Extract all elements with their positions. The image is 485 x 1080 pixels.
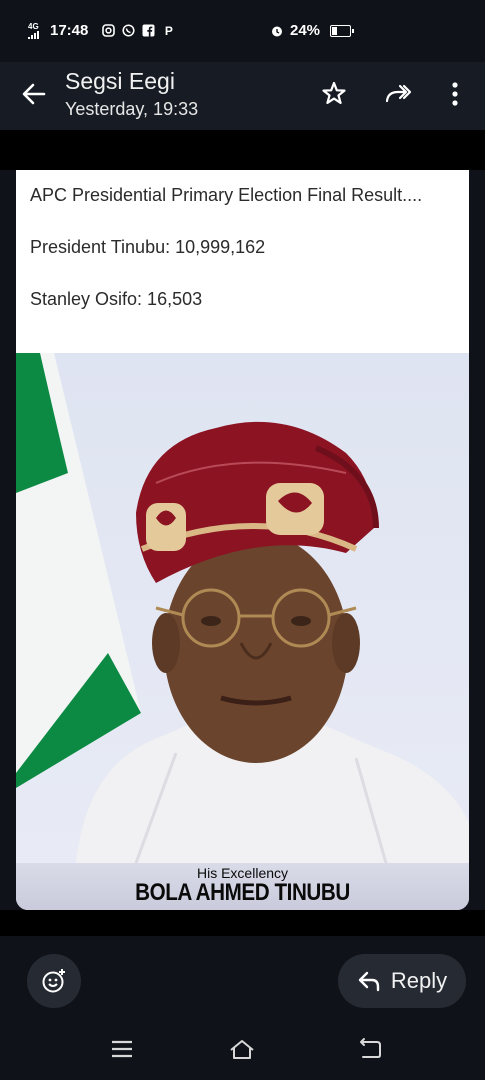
star-icon[interactable] bbox=[320, 80, 348, 108]
image-caption: His Excellency BOLA AHMED TINUBU bbox=[16, 863, 469, 910]
instagram-icon bbox=[102, 24, 116, 37]
emoji-reaction-button[interactable] bbox=[27, 954, 81, 1008]
p-icon: P bbox=[164, 23, 173, 38]
back-nav-icon[interactable] bbox=[357, 1036, 383, 1062]
message-line-osifo: Stanley Osifo: 16,503 bbox=[30, 289, 203, 309]
reply-button[interactable]: Reply bbox=[338, 954, 466, 1008]
forward-icon[interactable] bbox=[384, 80, 412, 108]
add-reaction-icon bbox=[42, 969, 65, 993]
recent-apps-icon[interactable] bbox=[109, 1036, 135, 1062]
sender-name: Segsi Eegi bbox=[65, 68, 175, 94]
battery-percent: 24% bbox=[290, 22, 321, 39]
home-icon[interactable] bbox=[229, 1036, 255, 1062]
message-card: APC Presidential Primary Election Final … bbox=[16, 170, 469, 910]
reply-label: Reply bbox=[390, 968, 448, 993]
message-text: APC Presidential Primary Election Final … bbox=[30, 182, 450, 338]
whatsapp-icon bbox=[122, 24, 135, 37]
signal-icon bbox=[28, 30, 39, 39]
more-options-icon[interactable] bbox=[441, 80, 469, 108]
back-arrow-icon[interactable] bbox=[20, 80, 48, 108]
network-indicator: 4G bbox=[28, 21, 42, 39]
app-bar: Segsi Eegi Yesterday, 19:33 bbox=[0, 62, 485, 130]
facebook-icon bbox=[142, 24, 155, 37]
reply-icon bbox=[358, 971, 380, 992]
divider-bottom bbox=[0, 910, 485, 936]
portrait-image[interactable] bbox=[16, 353, 469, 863]
network-type: 4G bbox=[28, 21, 39, 31]
message-timestamp: Yesterday, 19:33 bbox=[65, 99, 199, 119]
status-right: 24% bbox=[270, 22, 355, 39]
alarm-icon bbox=[272, 26, 282, 36]
message-line-title: APC Presidential Primary Election Final … bbox=[30, 185, 423, 205]
status-bar: 4G 17:48 P 24% bbox=[0, 0, 485, 62]
divider bbox=[0, 130, 485, 170]
clock: 17:48 bbox=[50, 22, 89, 39]
bottom-bar: Reply bbox=[0, 936, 485, 1080]
message-line-tinubu: President Tinubu: 10,999,162 bbox=[30, 237, 266, 257]
portrait-illustration bbox=[16, 353, 469, 863]
caption-name: BOLA AHMED TINUBU bbox=[135, 879, 350, 906]
status-left: 4G 17:48 P bbox=[28, 22, 175, 39]
battery-icon bbox=[330, 24, 355, 37]
